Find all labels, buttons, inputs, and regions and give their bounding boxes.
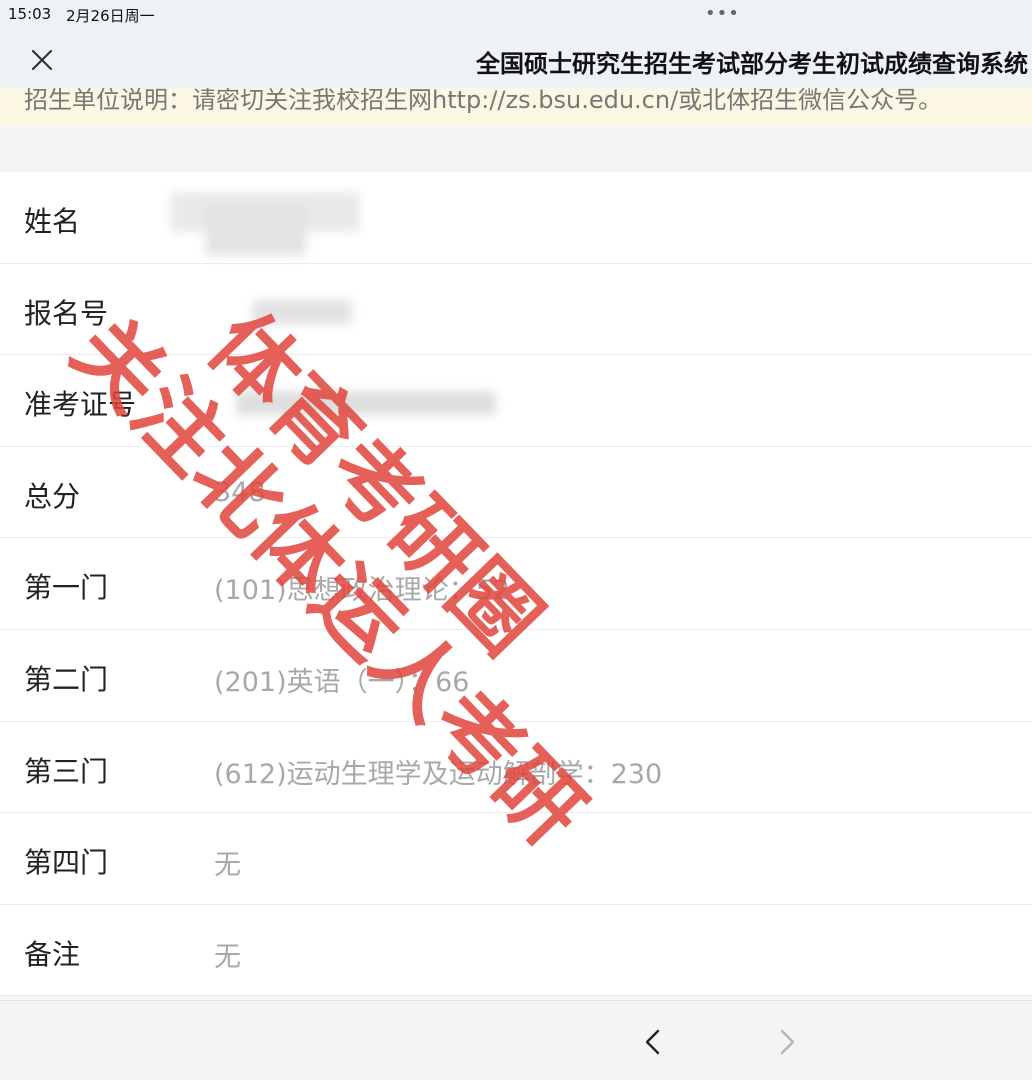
chevron-left-icon: [645, 1029, 660, 1055]
subject-2-label: 第二门: [24, 662, 109, 696]
info-row-total: 总分 348: [0, 447, 1032, 539]
status-bar: 15:03 2月26日周一 •••: [0, 0, 1032, 30]
back-button[interactable]: [636, 1023, 670, 1061]
blurred-name-inner: [206, 206, 306, 256]
notice-text: 招生单位说明：请密切关注我校招生网http://zs.bsu.edu.cn/或北…: [24, 88, 943, 114]
subject-3-label: 第三门: [24, 754, 109, 788]
status-date: 2月26日周一: [66, 7, 155, 25]
subject-3-value: (612)运动生理学及运动解剖学：230: [214, 758, 663, 790]
info-row-subject-1: 第一门 (101)思想政治理论：52: [0, 538, 1032, 630]
remark-label: 备注: [24, 937, 81, 971]
section-gap: [0, 126, 1032, 172]
chevron-right-icon: [780, 1029, 795, 1055]
subject-4-label: 第四门: [24, 846, 109, 880]
info-row-ticket: 准考证号: [0, 355, 1032, 447]
status-time: 15:03: [8, 5, 52, 23]
bottom-toolbar: [0, 1000, 1032, 1080]
name-label: 姓名: [24, 205, 81, 238]
notice-banner: 招生单位说明：请密切关注我校招生网http://zs.bsu.edu.cn/或北…: [0, 88, 1032, 126]
forward-button[interactable]: [770, 1023, 804, 1061]
subject-4-value: 无: [214, 850, 241, 882]
info-row-name: 姓名: [0, 172, 1032, 264]
nav-bar: 全国硕士研究生招生考试部分考生初试成绩查询系统: [0, 30, 1032, 88]
page-title: 全国硕士研究生招生考试部分考生初试成绩查询系统: [476, 50, 1028, 78]
total-label: 总分: [24, 479, 81, 513]
subject-1-label: 第一门: [24, 571, 109, 605]
blurred-ticket: [236, 391, 496, 416]
remark-value: 无: [214, 941, 241, 973]
more-dots-icon[interactable]: •••: [705, 3, 740, 24]
info-row-subject-4: 第四门 无: [0, 813, 1032, 905]
subject-2-value: (201)英语（一）：66: [214, 666, 470, 698]
info-row-registration: 报名号: [0, 264, 1032, 356]
score-info-list: 姓名 报名号 准考证号 总分 348 第一门 (101)思想政治理论：52 第二…: [0, 172, 1032, 997]
info-row-subject-2: 第二门 (201)英语（一）：66: [0, 630, 1032, 722]
ticket-label: 准考证号: [24, 388, 137, 422]
total-value: 348: [214, 476, 266, 508]
subject-1-value: (101)思想政治理论：52: [214, 575, 510, 607]
info-row-remark: 备注 无: [0, 905, 1032, 997]
close-icon: [31, 49, 53, 71]
registration-label: 报名号: [24, 296, 109, 330]
close-button[interactable]: [22, 40, 62, 80]
blurred-registration: [252, 299, 352, 324]
info-row-subject-3: 第三门 (612)运动生理学及运动解剖学：230: [0, 722, 1032, 814]
score-query-page: 15:03 2月26日周一 ••• 全国硕士研究生招生考试部分考生初试成绩查询系…: [0, 0, 1032, 1080]
